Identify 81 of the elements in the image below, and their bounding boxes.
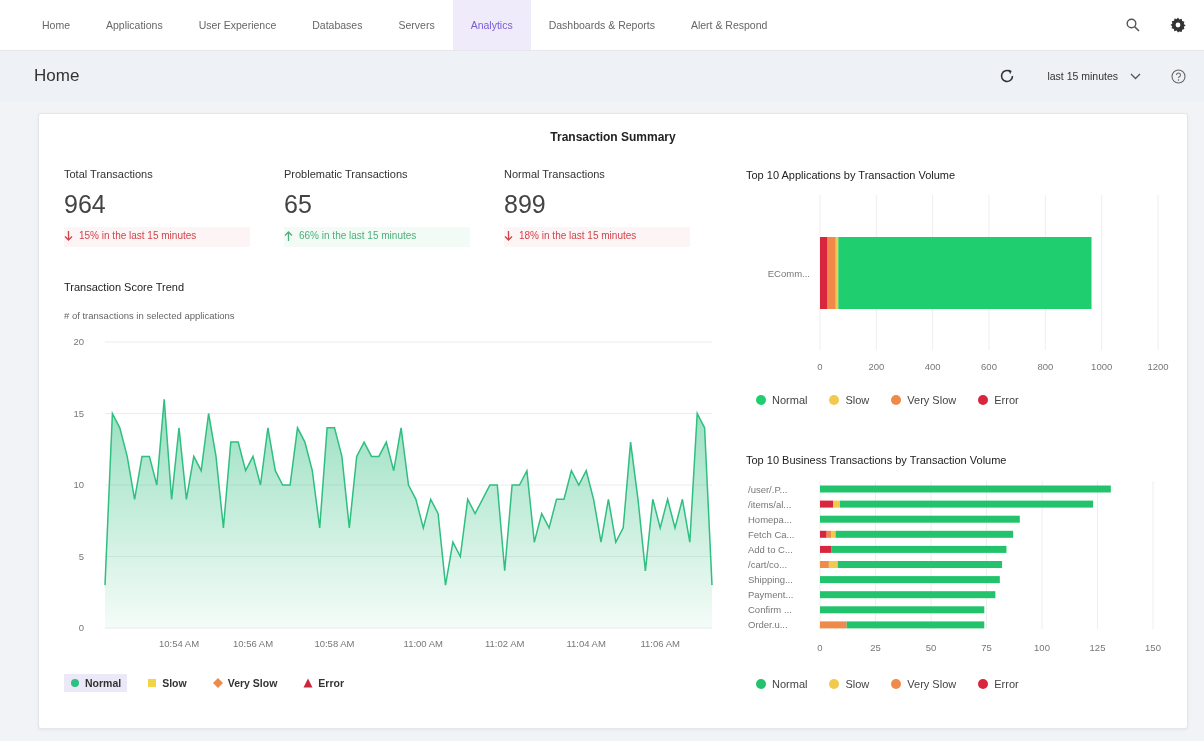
axis-label: 150 xyxy=(1145,642,1161,653)
category-label: Shipping... xyxy=(748,574,793,586)
category-label: Fetch Ca... xyxy=(748,528,795,540)
axis-label: 1000 xyxy=(1091,361,1113,372)
nav-tab[interactable]: Analytics xyxy=(452,0,531,50)
nav-tab[interactable]: Applications xyxy=(88,0,181,50)
stat-value: 899 xyxy=(504,190,547,219)
legend-label: Slow xyxy=(845,394,870,406)
chart-title: Top 10 Applications by Transaction Volume xyxy=(746,169,957,181)
category-label: Add to C... xyxy=(748,543,793,555)
axis-label: 5 xyxy=(78,550,84,562)
axis-label: 10:56 AM xyxy=(233,638,274,649)
axis-label: 50 xyxy=(925,642,937,653)
axis-label: 0 xyxy=(78,622,84,633)
nav-tab[interactable]: Alert & Respond xyxy=(672,0,786,50)
legend-label: Very Slow xyxy=(907,394,957,406)
chart-title: Transaction Score Trend xyxy=(64,281,186,293)
refresh-icon[interactable] xyxy=(999,68,1016,84)
legend-label: Very Slow xyxy=(907,678,957,690)
category-label: Confirm ... xyxy=(748,604,792,616)
axis-label: 20 xyxy=(73,336,84,347)
arrow-down-icon xyxy=(64,230,73,241)
stat-value: 964 xyxy=(64,190,107,219)
category-label: /items/al... xyxy=(748,498,792,510)
nav-tab[interactable]: Servers xyxy=(380,0,453,50)
nav-tab[interactable]: Home xyxy=(24,0,88,50)
help-icon[interactable] xyxy=(1171,68,1186,84)
page-title: Home xyxy=(34,66,80,86)
nav-tab[interactable]: Databases xyxy=(294,0,381,50)
category-label: /user/.P... xyxy=(748,483,788,495)
axis-label: 10:54 AM xyxy=(158,638,200,649)
axis-label: 400 xyxy=(924,361,941,372)
legend-item[interactable]: Slow xyxy=(141,674,193,692)
stat-label: Normal Transactions xyxy=(504,168,606,180)
axis-label: 0 xyxy=(817,642,823,653)
legend-label: Normal xyxy=(772,394,808,406)
axis-label: 10 xyxy=(73,479,84,490)
legend-label: Normal xyxy=(772,678,808,690)
change-badge: 18% in the last 15 minutes xyxy=(504,227,690,247)
axis-label: 11:06 AM xyxy=(640,638,680,649)
axis-label: 15 xyxy=(73,407,84,419)
axis-label: 600 xyxy=(981,361,997,372)
chart-subtitle: # of transactions in selected applications xyxy=(64,310,236,321)
arrow-down-icon xyxy=(504,230,513,241)
category-label: /cart/co... xyxy=(748,559,788,570)
legend-label: Slow xyxy=(845,678,870,690)
time-range-dropdown[interactable]: last 15 minutes xyxy=(1047,70,1141,82)
axis-label: 100 xyxy=(1034,642,1050,653)
category-label: EComm... xyxy=(767,267,810,279)
change-badge: 15% in the last 15 minutes xyxy=(64,227,250,247)
axis-label: 125 xyxy=(1089,642,1106,653)
axis-label: 11:00 AM xyxy=(403,638,443,649)
category-label: Order.u... xyxy=(748,619,788,631)
change-badge: 66% in the last 15 minutes xyxy=(284,227,470,247)
axis-label: 200 xyxy=(868,361,885,372)
axis-label: 25 xyxy=(870,642,881,653)
stat-value: 65 xyxy=(284,190,313,219)
legend-item[interactable]: Error xyxy=(297,674,350,692)
axis-label: 75 xyxy=(981,642,992,653)
category-label: Homepa... xyxy=(748,513,792,525)
legend-item[interactable]: Very Slow xyxy=(206,674,284,692)
chart-title: Top 10 Business Transactions by Transaction Volume xyxy=(746,454,1008,466)
nav-tab[interactable]: User Experience xyxy=(180,0,295,50)
arrow-up-icon xyxy=(284,230,293,241)
chevron-icon xyxy=(1130,72,1141,80)
legend-label: Error xyxy=(994,678,1019,690)
axis-label: 10:58 AM xyxy=(314,638,355,649)
search-icon[interactable] xyxy=(1126,18,1140,32)
nav-tab[interactable]: Dashboards & Reports xyxy=(530,0,673,50)
axis-label: 11:04 AM xyxy=(566,638,606,649)
legend-item[interactable]: Normal xyxy=(64,674,128,692)
axis-label: 800 xyxy=(1037,361,1054,372)
section-title: Transaction Summary xyxy=(549,130,677,144)
category-label: Payment... xyxy=(748,589,794,601)
legend-label: Error xyxy=(994,394,1019,406)
settings-icon[interactable] xyxy=(1170,17,1186,33)
axis-label: 1200 xyxy=(1147,361,1169,372)
stat-label: Total Transactions xyxy=(64,168,154,180)
stat-label: Problematic Transactions xyxy=(284,168,409,180)
axis-label: 0 xyxy=(817,361,823,372)
axis-label: 11:02 AM xyxy=(485,638,525,649)
